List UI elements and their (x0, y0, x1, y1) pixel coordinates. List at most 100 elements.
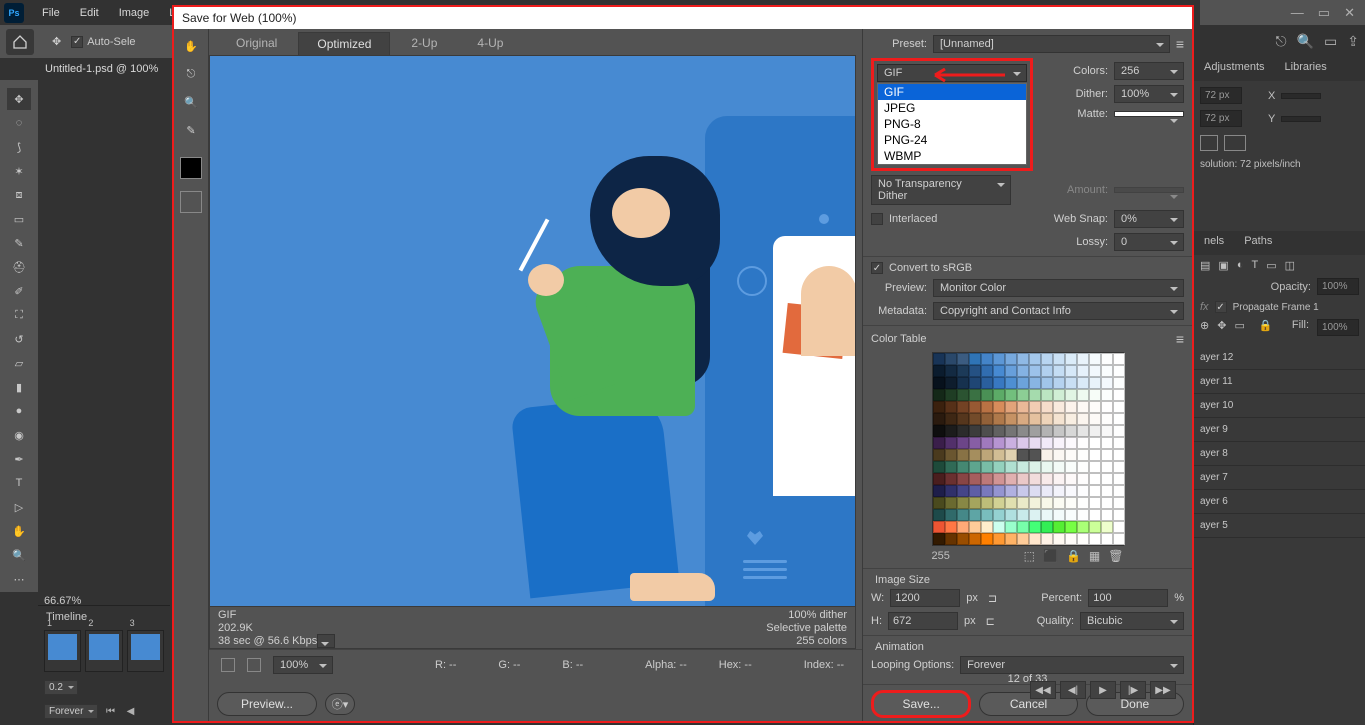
eyedropper-color[interactable] (180, 157, 202, 179)
color-swatch[interactable] (1005, 413, 1017, 425)
minimize-icon[interactable]: — (1291, 5, 1304, 20)
color-swatch[interactable] (1065, 413, 1077, 425)
color-swatch[interactable] (957, 401, 969, 413)
color-swatch[interactable] (1113, 509, 1125, 521)
layer-row[interactable]: ayer 12 (1194, 346, 1365, 370)
color-swatch[interactable] (1017, 437, 1029, 449)
color-swatch[interactable] (1101, 533, 1113, 545)
color-swatch[interactable] (1089, 437, 1101, 449)
w-input[interactable] (890, 589, 960, 607)
color-swatch[interactable] (945, 509, 957, 521)
color-swatch[interactable] (1113, 521, 1125, 533)
color-swatch[interactable] (981, 353, 993, 365)
color-swatch[interactable] (969, 509, 981, 521)
h-input[interactable] (888, 612, 958, 630)
color-swatch[interactable] (1029, 389, 1041, 401)
crop-tool[interactable]: ⧈ (7, 184, 31, 206)
color-swatch[interactable] (993, 461, 1005, 473)
color-swatch[interactable] (957, 497, 969, 509)
color-swatch[interactable] (1017, 413, 1029, 425)
color-swatch[interactable] (1029, 521, 1041, 533)
color-swatch[interactable] (1029, 437, 1041, 449)
color-swatch[interactable] (1089, 365, 1101, 377)
color-swatch[interactable] (1065, 497, 1077, 509)
convert-srgb-checkbox[interactable] (871, 262, 883, 274)
lasso-tool[interactable]: ⟆ (7, 136, 31, 158)
color-swatch[interactable] (933, 497, 945, 509)
slice-toggle-icon[interactable] (221, 658, 235, 672)
color-swatch[interactable] (1041, 413, 1053, 425)
color-swatch[interactable] (933, 533, 945, 545)
color-swatch[interactable] (993, 401, 1005, 413)
color-swatch[interactable] (1029, 497, 1041, 509)
color-swatch[interactable] (957, 521, 969, 533)
color-swatch[interactable] (945, 497, 957, 509)
color-swatch[interactable] (1041, 425, 1053, 437)
lock-art-icon[interactable]: ▭ (1234, 319, 1244, 336)
color-swatch[interactable] (945, 533, 957, 545)
document-tab[interactable]: Untitled-1.psd @ 100% (45, 63, 158, 75)
color-swatch[interactable] (1029, 353, 1041, 365)
color-swatch[interactable] (1017, 377, 1029, 389)
color-swatch[interactable] (933, 461, 945, 473)
color-swatch[interactable] (1053, 365, 1065, 377)
slice-visibility-icon[interactable] (180, 191, 202, 213)
landscape-icon[interactable] (1224, 135, 1246, 151)
color-swatch[interactable] (969, 365, 981, 377)
color-swatch[interactable] (1053, 377, 1065, 389)
color-swatch[interactable] (1089, 509, 1101, 521)
color-swatch[interactable] (1005, 533, 1017, 545)
color-swatch[interactable] (1041, 497, 1053, 509)
color-swatch[interactable] (1005, 437, 1017, 449)
tab-channels[interactable]: nels (1194, 231, 1234, 255)
color-swatch[interactable] (969, 533, 981, 545)
color-swatch[interactable] (1065, 389, 1077, 401)
format-option-jpeg[interactable]: JPEG (878, 100, 1026, 116)
layer-row[interactable]: ayer 8 (1194, 442, 1365, 466)
history-brush-tool[interactable]: ↺ (7, 328, 31, 350)
quick-select-tool[interactable]: ✶ (7, 160, 31, 182)
preset-flyout-icon[interactable]: ≡ (1176, 36, 1184, 52)
timeline-frame[interactable]: 2 (85, 630, 122, 672)
color-table[interactable] (932, 352, 1124, 546)
color-swatch[interactable] (1005, 485, 1017, 497)
color-swatch[interactable] (1053, 437, 1065, 449)
color-swatch[interactable] (933, 509, 945, 521)
move-tool[interactable]: ✥ (7, 88, 31, 110)
color-swatch[interactable] (993, 425, 1005, 437)
color-swatch[interactable] (969, 353, 981, 365)
color-swatch[interactable] (1113, 461, 1125, 473)
color-swatch[interactable] (957, 377, 969, 389)
colors-dropdown[interactable]: 256 (1114, 62, 1184, 80)
color-swatch[interactable] (1029, 365, 1041, 377)
color-swatch[interactable] (957, 509, 969, 521)
color-swatch[interactable] (933, 377, 945, 389)
color-swatch[interactable] (1053, 389, 1065, 401)
color-swatch[interactable] (981, 533, 993, 545)
color-swatch[interactable] (1077, 401, 1089, 413)
preview-canvas[interactable]: GIF 202.9K 38 sec @ 56.6 Kbps 100% dithe… (209, 55, 856, 649)
color-swatch[interactable] (1077, 473, 1089, 485)
color-swatch[interactable] (1041, 353, 1053, 365)
color-swatch[interactable] (1005, 497, 1017, 509)
menu-file[interactable]: File (32, 7, 70, 19)
color-swatch[interactable] (993, 509, 1005, 521)
pen-tool[interactable]: ✒ (7, 448, 31, 470)
color-swatch[interactable] (945, 413, 957, 425)
lock-pos-icon[interactable]: ✥ (1217, 319, 1226, 336)
search-icon[interactable]: 🔍 (1297, 33, 1314, 50)
color-swatch[interactable] (933, 413, 945, 425)
tab-libraries[interactable]: Libraries (1275, 57, 1337, 81)
color-swatch[interactable] (1041, 389, 1053, 401)
ct-sort-icon[interactable]: ⬚ (1024, 549, 1035, 563)
blur-tool[interactable]: ● (7, 400, 31, 422)
color-swatch[interactable] (1089, 413, 1101, 425)
color-swatch[interactable] (993, 389, 1005, 401)
color-swatch[interactable] (945, 353, 957, 365)
color-swatch[interactable] (1005, 461, 1017, 473)
color-swatch[interactable] (1053, 473, 1065, 485)
color-swatch[interactable] (1053, 497, 1065, 509)
color-swatch[interactable] (1089, 377, 1101, 389)
color-swatch[interactable] (1113, 449, 1125, 461)
color-swatch[interactable] (1041, 449, 1053, 461)
